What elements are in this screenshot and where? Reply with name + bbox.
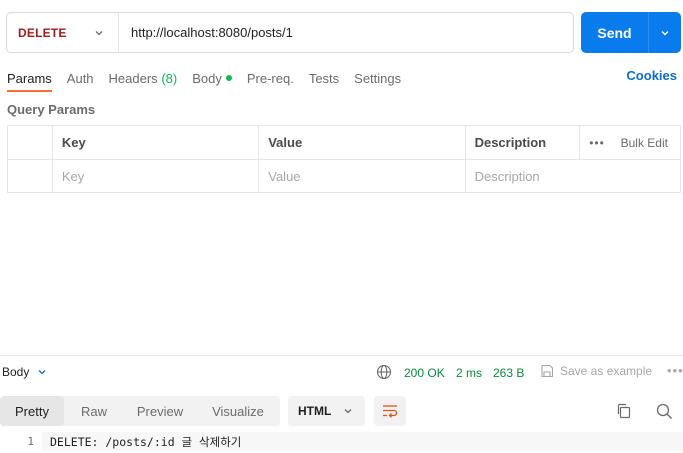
send-button-group: Send xyxy=(581,12,681,53)
tab-auth[interactable]: Auth xyxy=(67,71,94,86)
tab-headers-label: Headers xyxy=(108,70,158,86)
code-line: 1 DELETE: /posts/:id 글 삭제하기 xyxy=(0,432,683,451)
tab-settings[interactable]: Settings xyxy=(354,71,401,86)
response-more-icon[interactable]: ••• xyxy=(667,363,683,378)
view-visualize[interactable]: Visualize xyxy=(196,396,280,426)
tab-pre-request[interactable]: Pre-req. xyxy=(247,71,294,86)
code-text: DELETE: /posts/:id 글 삭제하기 xyxy=(42,432,683,451)
status-code[interactable]: 200 OK xyxy=(404,366,445,380)
tab-headers[interactable]: Headers (8) xyxy=(109,71,178,86)
checkbox-column-header xyxy=(8,126,52,159)
save-icon xyxy=(541,364,554,378)
value-input[interactable]: Value xyxy=(258,160,464,192)
chevron-down-icon xyxy=(343,406,353,416)
format-label: HTML xyxy=(298,404,332,418)
response-divider xyxy=(0,355,683,356)
response-view-tabs: Pretty Raw Preview Visualize xyxy=(0,396,280,426)
save-as-example-button[interactable]: Save as example xyxy=(540,364,652,378)
chevron-down-icon xyxy=(94,28,104,38)
query-params-table: Key Value Description ••• Bulk Edit Key … xyxy=(7,125,681,193)
key-input[interactable]: Key xyxy=(51,160,258,192)
method-select[interactable]: DELETE xyxy=(7,13,119,52)
response-body-selector[interactable]: Body xyxy=(2,365,47,379)
value-column-header: Value xyxy=(258,126,464,159)
chevron-down-icon xyxy=(37,367,47,377)
bulk-edit-button[interactable]: Bulk Edit xyxy=(621,136,668,150)
send-button[interactable]: Send xyxy=(581,12,649,53)
search-icon[interactable] xyxy=(656,403,673,420)
globe-icon[interactable] xyxy=(376,364,392,380)
request-tabs: Params Auth Headers (8) Body Pre-req. Te… xyxy=(7,68,683,92)
body-indicator-dot xyxy=(225,75,232,82)
table-row: Key Value Description xyxy=(8,159,680,192)
view-raw[interactable]: Raw xyxy=(64,396,124,426)
response-time[interactable]: 2 ms xyxy=(456,366,482,380)
tab-params[interactable]: Params xyxy=(7,71,52,92)
query-params-title: Query Params xyxy=(7,102,96,117)
send-options-button[interactable] xyxy=(649,12,681,53)
table-header-row: Key Value Description ••• Bulk Edit xyxy=(8,126,680,159)
description-column-header: Description xyxy=(464,126,580,159)
cookies-link[interactable]: Cookies xyxy=(626,68,677,83)
tab-body-label: Body xyxy=(192,70,222,86)
description-input[interactable]: Description xyxy=(464,160,680,192)
more-options-icon[interactable]: ••• xyxy=(589,136,605,150)
format-select[interactable]: HTML xyxy=(288,396,365,426)
view-preview[interactable]: Preview xyxy=(124,396,196,426)
tab-body[interactable]: Body xyxy=(192,71,232,86)
tab-tests[interactable]: Tests xyxy=(309,71,339,86)
request-url-bar: DELETE xyxy=(6,12,574,53)
wrap-lines-icon xyxy=(383,405,398,418)
line-number: 1 xyxy=(27,435,34,448)
url-input[interactable] xyxy=(119,13,573,52)
bulk-edit-cell: ••• Bulk Edit xyxy=(579,126,680,159)
response-body-label: Body xyxy=(2,365,30,379)
row-checkbox-cell xyxy=(8,160,52,192)
copy-icon[interactable] xyxy=(616,403,632,419)
view-pretty[interactable]: Pretty xyxy=(0,396,64,426)
chevron-down-icon xyxy=(660,28,670,38)
headers-count: (8) xyxy=(161,70,178,86)
save-as-example-label: Save as example xyxy=(560,364,653,378)
wrap-lines-button[interactable] xyxy=(374,396,406,426)
response-size[interactable]: 263 B xyxy=(493,366,524,380)
key-column-header: Key xyxy=(51,126,258,159)
method-label: DELETE xyxy=(18,25,67,40)
